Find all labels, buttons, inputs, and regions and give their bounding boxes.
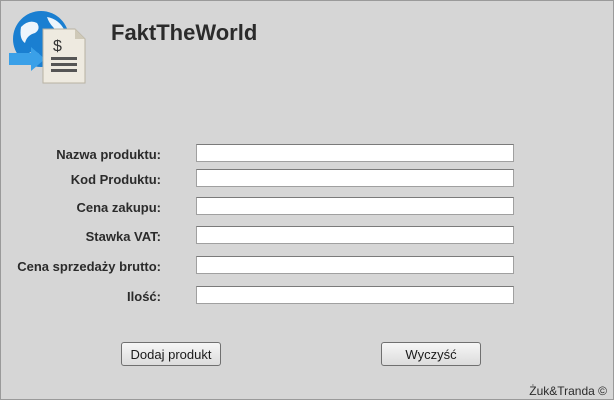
add-product-button[interactable]: Dodaj produkt (121, 342, 221, 366)
product-code-label: Kod Produktu: (70, 172, 161, 187)
gross-price-input[interactable] (196, 256, 514, 274)
product-name-label: Nazwa produktu: (56, 147, 161, 162)
globe-invoice-icon: $ (7, 9, 89, 85)
app-window: $ FaktTheWorld Nazwa produktu: Kod Produ… (0, 0, 614, 400)
product-name-input[interactable] (196, 144, 514, 162)
form-row-quantity: Ilość: (1, 286, 613, 308)
form-row-vat-rate: Stawka VAT: (1, 226, 613, 248)
gross-price-label: Cena sprzedaży brutto: (17, 259, 161, 274)
form-row-purchase-price: Cena zakupu: (1, 197, 613, 219)
quantity-input[interactable] (196, 286, 514, 304)
form-row-product-code: Kod Produktu: (1, 169, 613, 191)
clear-button[interactable]: Wyczyść (381, 342, 481, 366)
form-row-product-name: Nazwa produktu: (1, 144, 613, 166)
quantity-label: Ilość: (127, 289, 161, 304)
form-row-gross-price: Cena sprzedaży brutto: (1, 256, 613, 278)
app-title: FaktTheWorld (111, 20, 258, 45)
vat-rate-label: Stawka VAT: (85, 229, 161, 244)
svg-text:$: $ (53, 38, 62, 55)
purchase-price-input[interactable] (196, 197, 514, 215)
product-code-input[interactable] (196, 169, 514, 187)
copyright-footer: Żuk&Tranda © (529, 384, 607, 398)
vat-rate-input[interactable] (196, 226, 514, 244)
purchase-price-label: Cena zakupu: (76, 200, 161, 215)
